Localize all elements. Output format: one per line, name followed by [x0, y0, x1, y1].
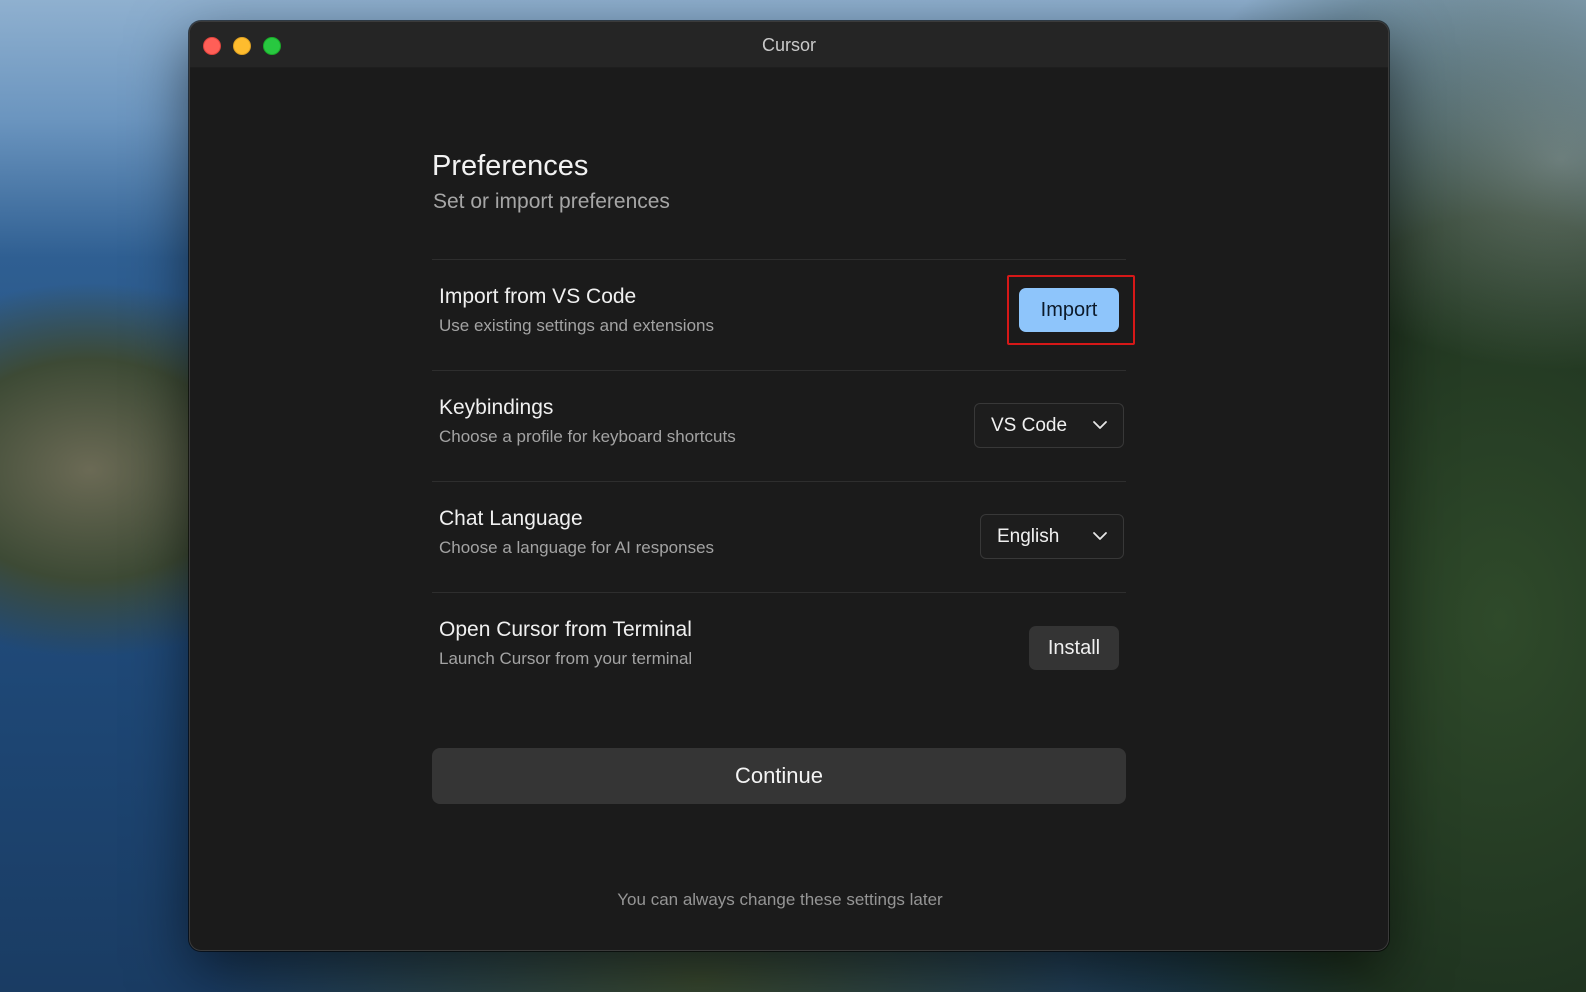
page-subtitle: Set or import preferences: [433, 190, 670, 213]
select-value: English: [997, 526, 1060, 547]
row-description: Use existing settings and extensions: [439, 316, 714, 335]
row-open-from-terminal: Open Cursor from Terminal Launch Cursor …: [432, 592, 1126, 703]
page-title: Preferences: [432, 150, 589, 182]
row-description: Choose a profile for keyboard shortcuts: [439, 427, 736, 446]
continue-button[interactable]: Continue: [432, 748, 1126, 804]
chat-language-select[interactable]: English: [980, 514, 1124, 559]
chevron-down-icon: [1093, 421, 1107, 429]
row-title: Keybindings: [439, 396, 554, 419]
window-title: Cursor: [761, 35, 816, 55]
install-button[interactable]: Install: [1029, 626, 1119, 670]
keybindings-select[interactable]: VS Code: [974, 403, 1124, 448]
chevron-down-icon: [1093, 532, 1107, 540]
import-button[interactable]: Import: [1019, 288, 1119, 332]
preferences-list: Import from VS Code Use existing setting…: [432, 259, 1135, 703]
footnote-text: You can always change these settings lat…: [617, 890, 943, 909]
row-chat-language: Chat Language Choose a language for AI r…: [432, 481, 1126, 592]
row-description: Launch Cursor from your terminal: [439, 649, 693, 668]
row-title: Chat Language: [439, 507, 583, 530]
cursor-window: Cursor Preferences Set or import prefere…: [189, 21, 1389, 951]
select-value: VS Code: [991, 415, 1068, 436]
row-title: Import from VS Code: [439, 285, 637, 308]
row-keybindings: Keybindings Choose a profile for keyboar…: [432, 370, 1126, 481]
row-import-vscode: Import from VS Code Use existing setting…: [432, 259, 1135, 370]
preferences-panel: Preferences Set or import preferences Im…: [190, 68, 1388, 950]
title-bar: Cursor: [190, 22, 1388, 68]
row-description: Choose a language for AI responses: [439, 538, 715, 557]
row-title: Open Cursor from Terminal: [439, 618, 692, 641]
